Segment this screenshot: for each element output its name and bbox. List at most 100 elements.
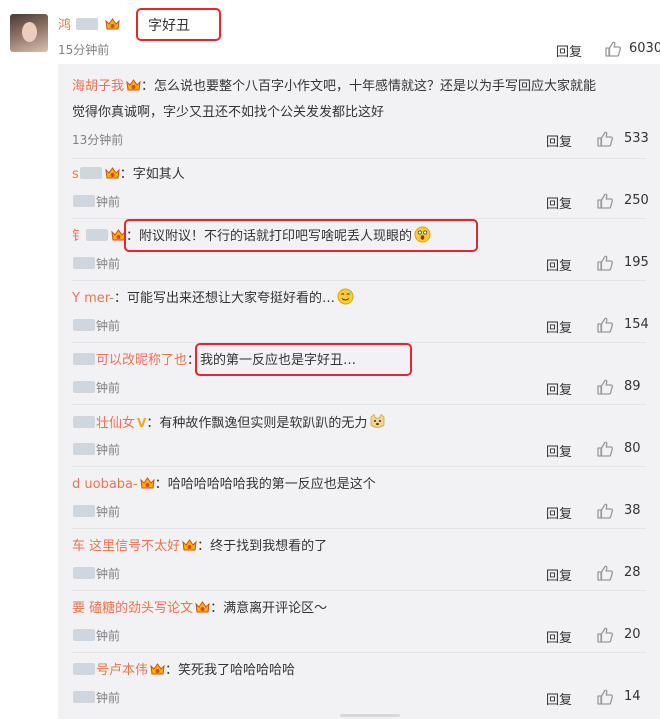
reply-content: 车 这里信号不太好 ：终于找到我想看的了 (72, 534, 642, 560)
reply-button[interactable]: 回复 (546, 503, 572, 522)
main-comment-username[interactable]: 鸿 (58, 14, 120, 33)
blurred-time (73, 195, 95, 207)
vip-crown-icon (105, 167, 120, 180)
reply-time: 钟前 (72, 503, 120, 520)
reply-content: 海胡子我 ：怎么说也要整个八百字小作文吧，十年感情就这？还是以为手写回应大家就能 (72, 74, 642, 100)
reply-button[interactable]: 回复 (546, 627, 572, 646)
reply-username[interactable]: Y mer- (72, 291, 114, 306)
like-count: 20 (624, 627, 641, 642)
reply-username[interactable]: s (72, 167, 79, 182)
blurred-name (73, 416, 95, 428)
reply-text: ：终于找到我想看的了 (197, 539, 328, 554)
reply-username[interactable]: 要 磕糖的劲头写论文 (72, 601, 193, 616)
main-comment-time: 15分钟前 (58, 43, 110, 57)
reply-text-line-2: 觉得你真诚啊，字少又丑还不如找个公关发发都比这好 (72, 105, 385, 120)
reply-content: 壮仙女 V：有种故作飘逸但实则是软趴趴的无力 (72, 410, 642, 437)
reply-time: 钟前 (72, 255, 120, 272)
thumbs-up-icon[interactable] (596, 378, 614, 400)
reply-item: 壮仙女 V：有种故作飘逸但实则是软趴趴的无力 钟前 回复 80 (58, 410, 660, 470)
divider (72, 158, 646, 159)
blurred-time (73, 319, 95, 331)
reply-username[interactable]: d uobaba- (72, 477, 138, 492)
reply-username[interactable]: 可以改昵称了也 (96, 353, 187, 368)
vip-crown-icon (150, 663, 165, 676)
like-count: 154 (624, 317, 649, 332)
reply-item: 号卢本伟 ：笑死我了哈哈哈哈哈 钟前 回复 14 (58, 658, 660, 718)
reply-username[interactable]: 号卢本伟 (96, 663, 148, 678)
reply-button[interactable]: 回复 (546, 379, 572, 398)
thumbs-up-icon[interactable] (596, 130, 614, 152)
thumbs-up-icon[interactable] (596, 688, 614, 710)
thumbs-up-icon[interactable] (596, 254, 614, 276)
blurred-time (73, 443, 95, 455)
reply-button[interactable]: 回复 (546, 255, 572, 274)
reply-text: ：有种故作飘逸但实则是软趴趴的无力 (146, 416, 368, 431)
reply-text: ：怎么说也要整个八百字小作文吧，十年感情就这？还是以为手写回应大家就能 (141, 79, 597, 94)
divider (72, 528, 646, 529)
reply-username[interactable]: 壮仙女 (96, 416, 135, 431)
reply-button[interactable]: 回复 (546, 193, 572, 212)
reply-item: 要 磕糖的劲头写论文 ：满意离开评论区～ 钟前 回复 20 (58, 596, 660, 656)
reply-time: 钟前 (72, 193, 120, 210)
scroll-indicator (340, 714, 400, 717)
main-comment: 鸿 字好丑 15分钟前 回复 6030 (0, 0, 660, 64)
like-count: 89 (624, 379, 641, 394)
thumbs-up-icon[interactable] (596, 502, 614, 524)
highlight-box (195, 343, 412, 376)
blurred-name (86, 229, 109, 241)
like-count: 28 (624, 565, 641, 580)
thumbs-up-icon[interactable] (596, 626, 614, 648)
reply-item: 车 这里信号不太好 ：终于找到我想看的了 钟前 回复 28 (58, 534, 660, 594)
reply-username[interactable]: 车 这里信号不太好 (72, 539, 180, 554)
reply-item: 海胡子我 ：怎么说也要整个八百字小作文吧，十年感情就这？还是以为手写回应大家就能 … (58, 64, 660, 152)
thumbs-up-icon[interactable] (596, 316, 614, 338)
reply-button[interactable]: 回复 (546, 317, 572, 336)
sweat-smile-icon (337, 288, 354, 305)
blurred-name (73, 353, 95, 365)
divider (72, 466, 646, 467)
vip-crown-icon (182, 539, 197, 552)
divider (72, 590, 646, 591)
reply-button[interactable]: 回复 (556, 41, 582, 60)
reply-button[interactable]: 回复 (546, 131, 572, 150)
blurred-time (73, 567, 95, 579)
like-count: 533 (624, 131, 649, 146)
blurred-time (73, 691, 95, 703)
reply-text: ：字如其人 (119, 167, 185, 182)
thumbs-up-icon[interactable] (604, 40, 622, 62)
blurred-name (73, 663, 95, 675)
reply-username[interactable]: 海胡子我 (72, 79, 124, 94)
reply-item: s ：字如其人 钟前 回复 250 (58, 162, 660, 222)
vip-crown-icon (126, 79, 141, 92)
reply-time: 钟前 (72, 627, 120, 644)
reply-text: ：哈哈哈哈哈哈我的第一反应也是这个 (154, 477, 376, 492)
blurred-name (76, 18, 99, 30)
avatar[interactable] (10, 14, 48, 52)
replies-panel: 海胡子我 ：怎么说也要整个八百字小作文吧，十年感情就这？还是以为手写回应大家就能 … (58, 64, 660, 719)
reply-time: 13分钟前 (72, 133, 124, 147)
reply-button[interactable]: 回复 (546, 441, 572, 460)
thumbs-up-icon[interactable] (596, 564, 614, 586)
reply-button[interactable]: 回复 (546, 565, 572, 584)
like-count: 195 (624, 255, 649, 270)
verified-v-icon: V (137, 416, 147, 430)
reply-text: ：满意离开评论区～ (210, 601, 328, 616)
thumbs-up-icon[interactable] (596, 192, 614, 214)
vip-crown-icon (140, 477, 155, 490)
reply-time: 钟前 (72, 689, 120, 706)
reply-content: 号卢本伟 ：笑死我了哈哈哈哈哈 (72, 658, 642, 684)
vip-crown-icon (105, 18, 120, 31)
reply-content: 要 磕糖的劲头写论文 ：满意离开评论区～ (72, 596, 642, 622)
reply-button[interactable]: 回复 (546, 689, 572, 708)
like-count: 38 (624, 503, 641, 518)
reply-item: Y mer-：可能写出来还想让大家夸挺好看的… 钟前 回复 154 (58, 286, 660, 346)
reply-username[interactable]: 钅 (72, 229, 85, 244)
vip-crown-icon (195, 601, 210, 614)
thumbs-up-icon[interactable] (596, 440, 614, 462)
reply-time: 钟前 (72, 565, 120, 582)
divider (72, 280, 646, 281)
highlight-box (124, 219, 478, 252)
reply-text: ：笑死我了哈哈哈哈哈 (165, 663, 296, 678)
blurred-time (73, 381, 95, 393)
reply-time: 钟前 (72, 317, 120, 334)
